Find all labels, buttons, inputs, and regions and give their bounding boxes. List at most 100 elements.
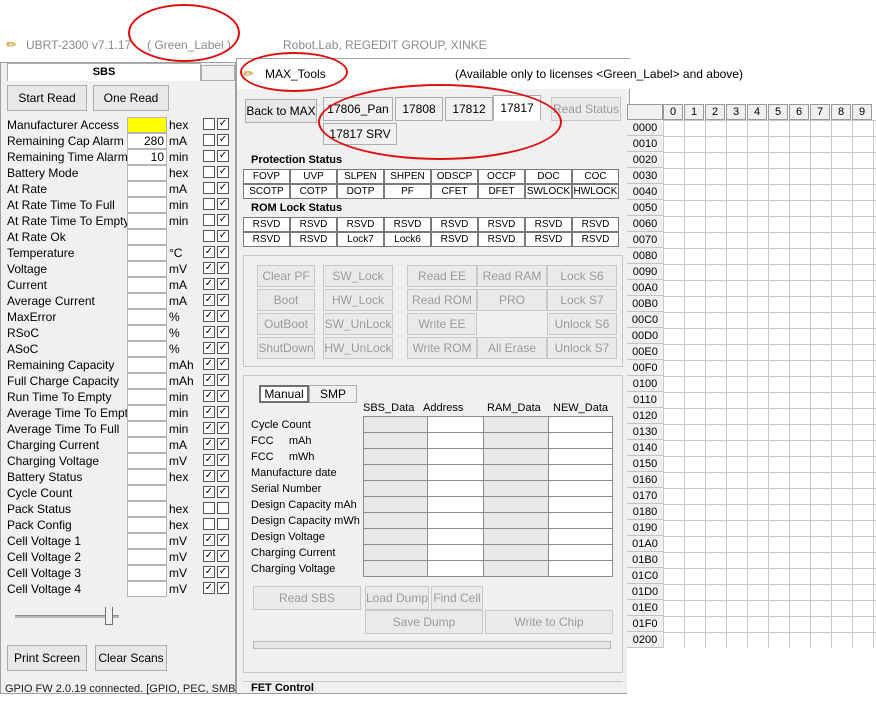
scan-checkbox[interactable]: ✓ <box>203 262 215 274</box>
param-cell[interactable] <box>362 528 429 545</box>
read-sbs-button[interactable]: Read SBS <box>253 586 361 610</box>
chip-tab[interactable]: 17812 <box>445 97 493 121</box>
scan-checkbox[interactable]: ✓ <box>203 566 215 578</box>
scan-checkbox[interactable]: ✓ <box>203 422 215 434</box>
action-button[interactable]: Write ROM <box>407 337 477 359</box>
sbs-value-field[interactable] <box>127 485 167 501</box>
param-cell[interactable] <box>483 528 549 545</box>
sbs-value-field[interactable] <box>127 437 167 453</box>
sbs-value-field[interactable] <box>127 165 167 181</box>
action-button[interactable]: PRO <box>477 289 547 311</box>
param-cell[interactable] <box>547 464 614 481</box>
scan-checkbox[interactable]: ✓ <box>203 534 215 546</box>
sbs-value-field[interactable] <box>127 565 167 581</box>
scan-checkbox[interactable]: ✓ <box>203 390 215 402</box>
scan-checkbox[interactable] <box>203 182 215 194</box>
param-cell[interactable] <box>427 512 485 529</box>
scan-checkbox[interactable] <box>203 502 215 514</box>
log-checkbox[interactable]: ✓ <box>217 150 229 162</box>
action-button[interactable]: Read ROM <box>407 289 477 311</box>
scan-checkbox[interactable]: ✓ <box>203 294 215 306</box>
param-cell[interactable] <box>427 528 485 545</box>
log-checkbox[interactable]: ✓ <box>217 262 229 274</box>
scan-checkbox[interactable]: ✓ <box>203 582 215 594</box>
scan-checkbox[interactable]: ✓ <box>203 438 215 450</box>
log-checkbox[interactable]: ✓ <box>217 198 229 210</box>
param-cell[interactable] <box>427 544 485 561</box>
param-cell[interactable] <box>427 448 485 465</box>
param-cell[interactable] <box>547 528 614 545</box>
sbs-value-field[interactable] <box>127 453 167 469</box>
log-checkbox[interactable]: ✓ <box>217 566 229 578</box>
log-checkbox[interactable]: ✓ <box>217 230 229 242</box>
write-to-chip-button[interactable]: Write to Chip <box>485 610 613 634</box>
scan-checkbox[interactable]: ✓ <box>203 470 215 482</box>
param-cell[interactable] <box>547 496 614 513</box>
log-checkbox[interactable]: ✓ <box>217 406 229 418</box>
sbs-value-field[interactable] <box>127 421 167 437</box>
log-checkbox[interactable]: ✓ <box>217 454 229 466</box>
param-cell[interactable] <box>427 480 485 497</box>
scan-checkbox[interactable] <box>203 518 215 530</box>
param-cell[interactable] <box>362 496 429 513</box>
sbs-value-field[interactable] <box>127 341 167 357</box>
action-button[interactable]: Read RAM <box>477 265 547 287</box>
action-button[interactable]: Unlock S6 <box>547 313 617 335</box>
scan-checkbox[interactable] <box>203 214 215 226</box>
log-checkbox[interactable]: ✓ <box>217 470 229 482</box>
action-button[interactable]: Unlock S7 <box>547 337 617 359</box>
scan-checkbox[interactable]: ✓ <box>203 454 215 466</box>
scan-checkbox[interactable]: ✓ <box>203 246 215 258</box>
param-cell[interactable] <box>427 464 485 481</box>
action-button[interactable]: HW_Lock <box>323 289 393 311</box>
scan-checkbox[interactable]: ✓ <box>203 358 215 370</box>
param-cell[interactable] <box>547 544 614 561</box>
param-cell[interactable] <box>547 480 614 497</box>
param-cell[interactable] <box>547 416 614 433</box>
param-cell[interactable] <box>362 544 429 561</box>
sbs-value-field[interactable] <box>127 117 167 133</box>
action-button[interactable]: SW_Lock <box>323 265 393 287</box>
param-cell[interactable] <box>427 560 485 577</box>
scan-checkbox[interactable]: ✓ <box>203 310 215 322</box>
start-read-button[interactable]: Start Read <box>7 85 87 111</box>
sbs-value-field[interactable] <box>127 517 167 533</box>
log-checkbox[interactable]: ✓ <box>217 342 229 354</box>
param-cell[interactable] <box>362 432 429 449</box>
find-cell-button[interactable]: Find Cell <box>431 586 483 610</box>
param-cell[interactable] <box>483 496 549 513</box>
log-checkbox[interactable]: ✓ <box>217 422 229 434</box>
sbs-value-field[interactable] <box>127 293 167 309</box>
log-checkbox[interactable]: ✓ <box>217 358 229 370</box>
param-cell[interactable] <box>362 560 429 577</box>
scan-checkbox[interactable] <box>203 150 215 162</box>
log-checkbox[interactable]: ✓ <box>217 310 229 322</box>
action-button[interactable]: SW_UnLock <box>323 313 393 335</box>
sbs-tab-blank[interactable] <box>201 65 235 81</box>
hex-cell-area[interactable] <box>663 120 876 648</box>
action-button[interactable]: HW_UnLock <box>323 337 393 359</box>
chip-tab[interactable]: 17808 <box>395 97 443 121</box>
action-button[interactable]: Clear PF <box>257 265 315 287</box>
subtab-smp[interactable]: SMP <box>309 385 357 403</box>
param-cell[interactable] <box>362 448 429 465</box>
param-cell[interactable] <box>483 544 549 561</box>
sbs-value-field[interactable] <box>127 581 167 597</box>
log-checkbox[interactable]: ✓ <box>217 118 229 130</box>
scan-slider-thumb[interactable] <box>105 607 113 625</box>
sbs-value-field[interactable] <box>127 373 167 389</box>
print-screen-button[interactable]: Print Screen <box>7 645 87 671</box>
clear-scans-button[interactable]: Clear Scans <box>95 645 167 671</box>
scan-checkbox[interactable]: ✓ <box>203 486 215 498</box>
sbs-value-field[interactable] <box>127 309 167 325</box>
scan-checkbox[interactable]: ✓ <box>203 406 215 418</box>
action-button[interactable]: OutBoot <box>257 313 315 335</box>
log-checkbox[interactable]: ✓ <box>217 134 229 146</box>
log-checkbox[interactable]: ✓ <box>217 246 229 258</box>
param-cell[interactable] <box>427 432 485 449</box>
param-cell[interactable] <box>483 480 549 497</box>
scan-checkbox[interactable] <box>203 198 215 210</box>
sbs-tab[interactable]: SBS <box>7 63 201 81</box>
param-cell[interactable] <box>483 560 549 577</box>
one-read-button[interactable]: One Read <box>93 85 169 111</box>
